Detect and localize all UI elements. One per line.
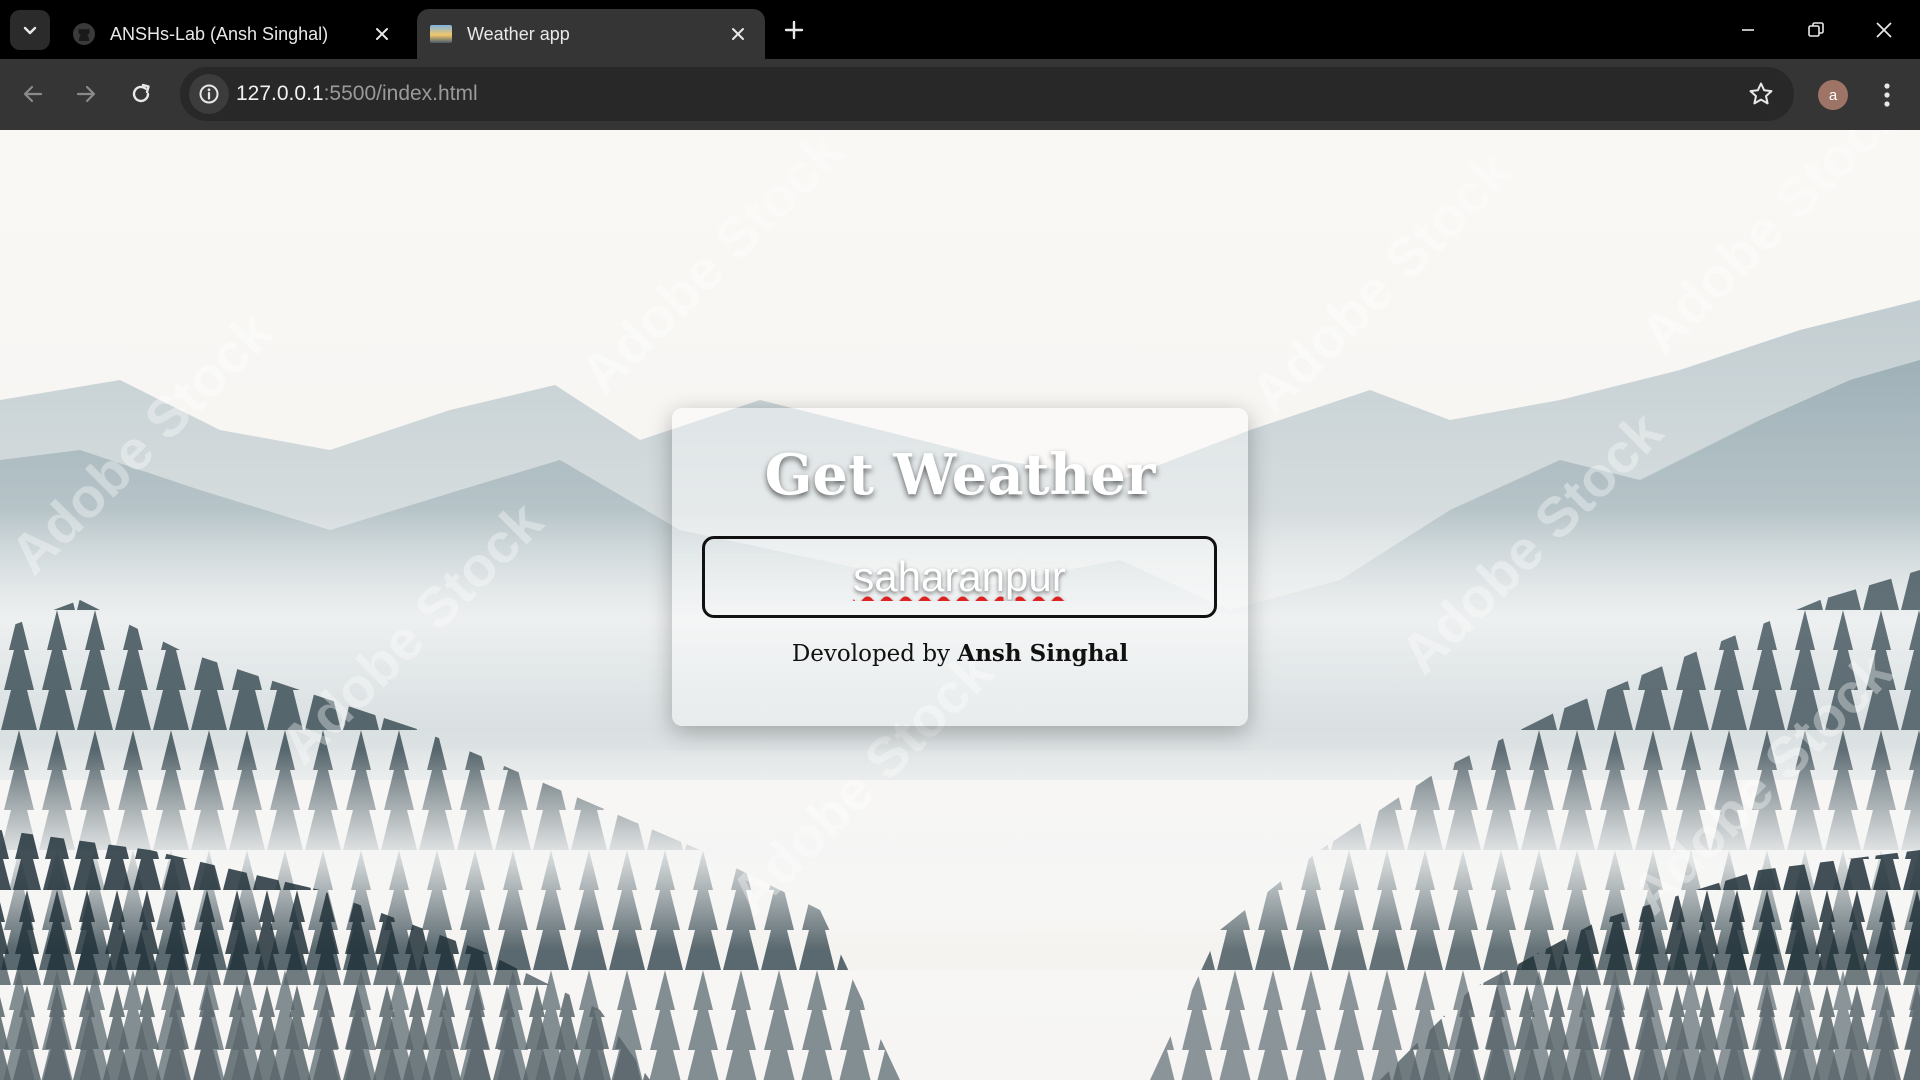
credit-prefix: Devoloped by [791,641,958,667]
close-icon [1876,21,1892,38]
github-icon [72,22,96,46]
close-tab-icon[interactable] [367,19,397,49]
profile-avatar[interactable]: a [1818,80,1848,110]
url-text: 127.0.0.1:5500/index.html [236,82,478,106]
forward-button[interactable] [63,71,109,117]
weather-card: Get Weather Devoloped by Ansh Singhal [672,408,1248,726]
more-vert-icon [1884,83,1890,107]
developer-credit: Devoloped by Ansh Singhal [672,640,1248,667]
address-bar[interactable]: 127.0.0.1:5500/index.html [180,67,1794,121]
arrow-right-icon [76,85,96,103]
tab-title: ANSHs-Lab (Ansh Singhal) [110,23,329,44]
browser-toolbar: 127.0.0.1:5500/index.html a [0,59,1920,130]
back-button[interactable] [10,71,56,117]
url-host: 127.0.0.1 [236,82,324,105]
bookmark-button[interactable] [1744,77,1778,111]
url-path: :5500/index.html [323,82,478,105]
weather-image-icon [429,22,453,46]
restore-icon [1808,21,1824,37]
plus-icon [784,20,804,40]
tab-anshs-lab[interactable]: ANSHs-Lab (Ansh Singhal) [64,9,409,59]
tab-weather-app[interactable]: Weather app [417,9,765,59]
page-viewport: Adobe Stock Adobe Stock Adobe Stock Adob… [0,130,1920,1080]
arrow-left-icon [23,85,43,103]
city-search-input[interactable] [702,536,1217,618]
browser-menu-button[interactable] [1870,76,1904,114]
developer-name: Ansh Singhal [957,640,1129,667]
close-window-button[interactable] [1850,0,1918,59]
info-icon [199,84,219,104]
page-title: Get Weather [764,442,1156,508]
minimize-button[interactable] [1714,0,1782,59]
new-tab-button[interactable] [776,12,812,48]
star-icon [1749,82,1773,105]
restore-button[interactable] [1782,0,1850,59]
reload-icon [132,83,150,103]
close-tab-icon[interactable] [723,19,753,49]
chevron-down-icon [23,26,37,35]
site-info-button[interactable] [189,74,229,114]
tab-title: Weather app [467,23,570,44]
minimize-icon [1742,28,1754,31]
tab-strip: ANSHs-Lab (Ansh Singhal) Weather app [0,0,1920,59]
reload-button[interactable] [118,71,164,117]
tab-search-button[interactable] [10,10,50,50]
